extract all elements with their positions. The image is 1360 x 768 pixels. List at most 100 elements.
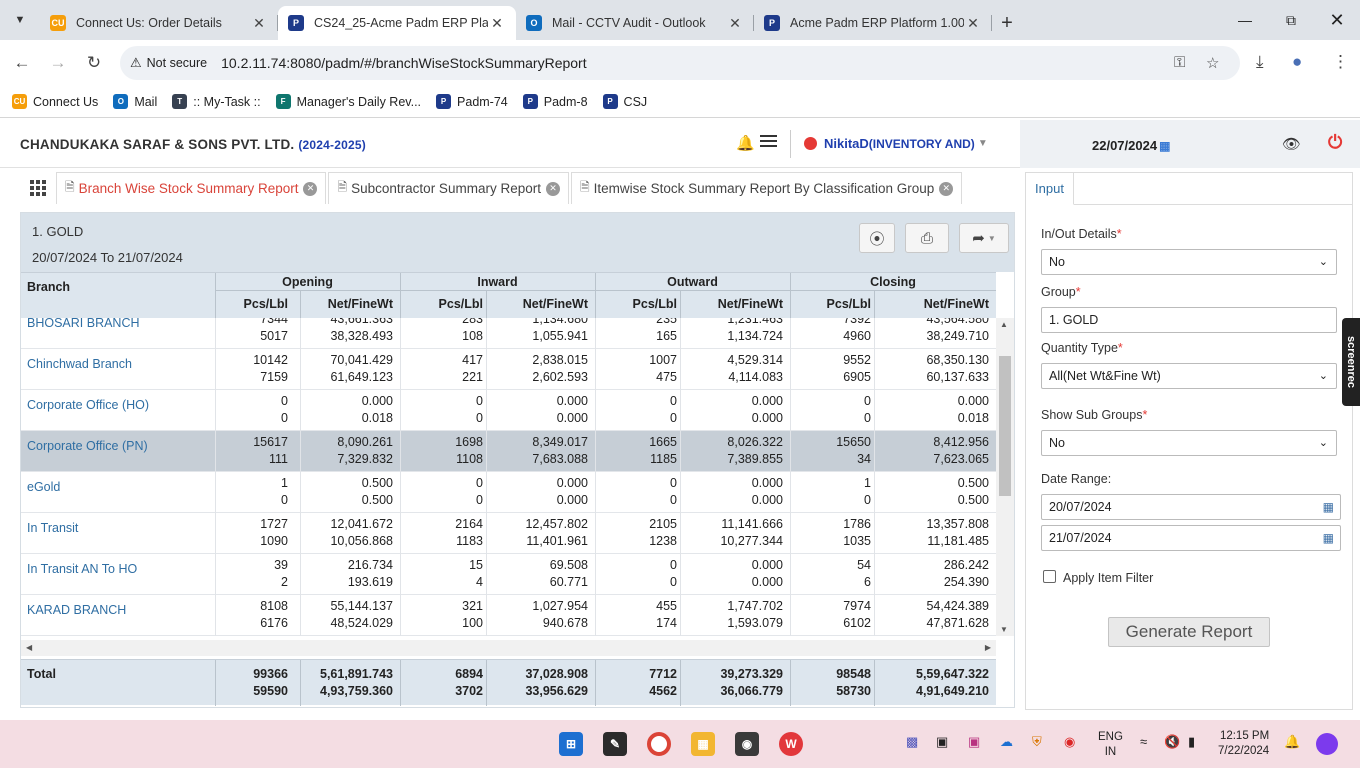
system-clock[interactable]: 12:15 PM 7/22/2024 [1218, 729, 1269, 759]
sync-tray-icon[interactable]: ☁ [1000, 734, 1013, 750]
share-button[interactable]: ➦ ▼ [959, 223, 1009, 253]
horizontal-scrollbar[interactable]: ◀ ▶ [21, 640, 996, 656]
location-pin-button[interactable]: ⦿ [859, 223, 895, 253]
current-date[interactable]: 22/07/2024 ▦ [1092, 138, 1170, 153]
list-icon[interactable] [760, 135, 777, 149]
bookmark-item[interactable]: P CSJ [602, 94, 647, 109]
group-field[interactable]: 1. GOLD [1041, 307, 1337, 333]
chrome-app-icon[interactable] [647, 732, 671, 756]
back-icon[interactable]: ← [4, 45, 40, 81]
calendar-icon[interactable]: ▦ [1323, 500, 1334, 514]
profile-avatar-icon[interactable]: ● [1292, 52, 1302, 72]
camera-app-icon[interactable]: ◉ [735, 732, 759, 756]
notepad-app-icon[interactable]: ✎ [603, 732, 627, 756]
wifi-icon[interactable]: ≈ [1140, 734, 1147, 749]
module-tab-2[interactable]: 🗎 Subcontractor Summary Report ✕ [328, 172, 569, 204]
reload-icon[interactable]: ↻ [76, 45, 112, 81]
table-row[interactable]: Chinchwad Branch 10142 7159 70,041.429 61,64… [21, 349, 996, 390]
omnibox[interactable]: ⚠ Not secure 10.2.11.74:8080/padm/#/bran… [120, 46, 1240, 80]
close-tab-icon[interactable]: ✕ [726, 15, 744, 32]
teams-tray-icon[interactable]: ▩ [906, 734, 918, 750]
browser-tab-3[interactable]: O Mail - CCTV Audit - Outlook ✕ [516, 6, 754, 40]
branch-name[interactable]: Corporate Office (PN) [27, 439, 148, 453]
hide-eye-icon[interactable]: 👁 [1282, 135, 1301, 153]
bookmark-item[interactable]: CU Connect Us [12, 94, 98, 109]
file-explorer-icon[interactable]: ▦ [691, 732, 715, 756]
table-row[interactable]: In Transit AN To HO 39 2 216.734 193.619 15 4 6… [21, 554, 996, 595]
branch-name[interactable]: eGold [27, 480, 60, 494]
close-tab-icon[interactable]: ✕ [964, 15, 982, 32]
table-row[interactable]: Corporate Office (HO) 0 0 0.000 0.018 0 0 0.000… [21, 390, 996, 431]
language-indicator[interactable]: ENG IN [1098, 730, 1123, 760]
tab-search-icon[interactable]: ▼ [6, 6, 34, 34]
close-tab-icon[interactable]: ✕ [303, 181, 318, 196]
windows-start-icon[interactable]: ⊞ [559, 732, 583, 756]
security-tray-icon[interactable]: ⛨ [1032, 734, 1042, 750]
url-text[interactable]: 10.2.11.74:8080/padm/#/branchWiseStockSu… [221, 55, 587, 71]
print-button[interactable]: ⎙ [905, 223, 949, 253]
branch-name[interactable]: In Transit AN To HO [27, 562, 137, 576]
scroll-down-icon[interactable]: ▼ [1000, 625, 1008, 634]
vertical-scrollbar[interactable]: ▲ ▼ [996, 318, 1014, 636]
bookmark-item[interactable]: F Manager's Daily Rev... [275, 94, 421, 109]
module-tab-3[interactable]: 🗎 Itemwise Stock Summary Report By Classi… [570, 172, 963, 204]
table-row[interactable]: KARAD BRANCH 8108 6176 55,144.137 48,524.029… [21, 595, 996, 636]
calendar-icon[interactable]: ▦ [1323, 531, 1334, 545]
date-to-field[interactable]: 21/07/2024 ▦ [1041, 525, 1341, 551]
apply-item-filter-checkbox[interactable] [1043, 570, 1056, 583]
close-tab-icon[interactable]: ✕ [250, 15, 268, 32]
branch-name[interactable]: Corporate Office (HO) [27, 398, 149, 412]
bookmark-item[interactable]: O Mail [113, 94, 157, 109]
volume-icon[interactable]: 🔇 [1164, 734, 1180, 750]
generate-report-button[interactable]: Generate Report [1108, 617, 1270, 647]
quantity-type-select[interactable]: All(Net Wt&Fine Wt) ⌄ [1041, 363, 1337, 389]
scroll-right-icon[interactable]: ▶ [985, 643, 991, 652]
close-tab-icon[interactable]: ✕ [939, 181, 954, 196]
close-tab-icon[interactable]: ✕ [488, 15, 506, 32]
forward-icon[interactable]: → [40, 45, 76, 81]
restore-icon[interactable]: ⧉ [1268, 0, 1314, 40]
wps-app-icon[interactable]: W [779, 732, 803, 756]
scroll-left-icon[interactable]: ◀ [26, 643, 32, 652]
bookmark-item[interactable]: P Padm-8 [522, 94, 588, 109]
branch-name[interactable]: Chinchwad Branch [27, 357, 132, 371]
date-from-field[interactable]: 20/07/2024 ▦ [1041, 494, 1341, 520]
minimize-icon[interactable]: — [1222, 0, 1268, 40]
branch-name[interactable]: In Transit [27, 521, 78, 535]
record-tray-icon[interactable]: ◉ [1064, 734, 1075, 750]
branch-name[interactable]: KARAD BRANCH [27, 603, 126, 617]
bookmark-item[interactable]: P Padm-74 [436, 94, 508, 109]
scroll-up-icon[interactable]: ▲ [1000, 320, 1008, 329]
bookmark-item[interactable]: T:: My-Task :: [172, 94, 261, 109]
sub-groups-select[interactable]: No ⌄ [1041, 430, 1337, 456]
app-tray-icon[interactable]: ▣ [968, 734, 980, 750]
notification-bell-icon[interactable]: 🔔 [1284, 734, 1300, 750]
user-menu[interactable]: NikitaD (INVENTORY AND) ▼ [804, 136, 988, 151]
password-key-icon[interactable]: ⚿ [1174, 54, 1185, 71]
table-row[interactable]: Corporate Office (PN) 15617 111 8,090.261 7,… [21, 431, 996, 472]
power-icon[interactable]: ⏻ [1328, 132, 1342, 153]
table-row[interactable]: In Transit 1727 1090 12,041.672 10,056.868 21… [21, 513, 996, 554]
browser-tab-2[interactable]: P CS24_25-Acme Padm ERP Platfo ✕ [278, 6, 516, 40]
browser-tab-4[interactable]: P Acme Padm ERP Platform 1.00 ✕ [754, 6, 992, 40]
table-row[interactable]: BHOSARI BRANCH 7344 5017 43,661.363 38,328.4… [21, 318, 996, 349]
scroll-thumb[interactable] [999, 356, 1011, 496]
download-icon[interactable]: ⤓ [1256, 52, 1264, 72]
battery-icon[interactable]: ▮ [1188, 734, 1195, 750]
new-tab-icon[interactable]: + [992, 6, 1022, 40]
branch-name[interactable]: BHOSARI BRANCH [27, 318, 140, 330]
tab-input[interactable]: Input [1026, 173, 1074, 205]
xlog-tray-icon[interactable]: ▣ [936, 734, 948, 750]
close-window-icon[interactable]: ✕ [1314, 0, 1360, 40]
security-indicator[interactable]: ⚠ Not secure [130, 55, 207, 71]
close-tab-icon[interactable]: ✕ [545, 181, 560, 196]
table-row[interactable]: eGold 1 0 0.500 0.500 0 0 0.000 0.000 0 0 0.000 0.00… [21, 472, 996, 513]
browser-menu-icon[interactable]: ⋮ [1332, 52, 1349, 72]
copilot-icon[interactable] [1316, 733, 1338, 755]
screenrec-widget[interactable]: screenrec [1342, 318, 1360, 406]
browser-tab-1[interactable]: CU Connect Us: Order Details ✕ [40, 6, 278, 40]
inout-select[interactable]: No ⌄ [1041, 249, 1337, 275]
bookmark-star-icon[interactable]: ☆ [1206, 54, 1219, 72]
module-tab-1[interactable]: 🗎 Branch Wise Stock Summary Report ✕ [56, 172, 327, 204]
apps-grid-icon[interactable] [20, 172, 56, 204]
